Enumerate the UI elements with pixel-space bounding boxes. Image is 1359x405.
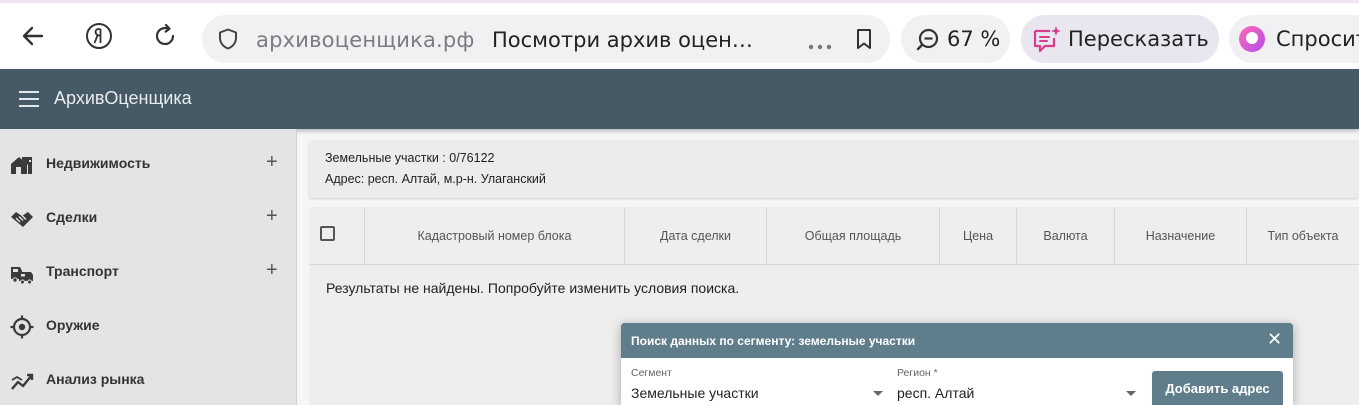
empty-results-message: Результаты не найдены. Попробуйте измени… [326, 280, 740, 296]
expand-plus-icon[interactable]: + [266, 151, 278, 174]
column-header-object-type[interactable]: Тип объекта [1247, 207, 1359, 265]
reload-icon[interactable] [150, 21, 180, 51]
dialog-header: Поиск данных по сегменту: земельные учас… [621, 323, 1293, 358]
retell-sparkle-icon [1032, 25, 1062, 58]
target-icon [10, 315, 34, 339]
segment-field-label: Сегмент [631, 367, 672, 379]
sidebar-item-transport[interactable]: Транспорт + [0, 246, 297, 300]
segment-select[interactable]: Земельные участки [631, 385, 759, 401]
select-all-checkbox[interactable] [320, 226, 335, 241]
browser-toolbar: архивоценщика.рф Посмотри архив оцен… 67… [0, 0, 1359, 69]
segment-search-dialog: Поиск данных по сегменту: земельные учас… [621, 323, 1293, 405]
sidebar-item-label: Транспорт [46, 263, 119, 279]
address-bar[interactable]: архивоценщика.рф Посмотри архив оцен… [202, 15, 890, 63]
table-header: Кадастровый номер блока Дата сделки Обща… [309, 207, 1359, 265]
alice-icon [1238, 25, 1266, 58]
sidebar-item-deals[interactable]: Сделки + [0, 192, 297, 246]
sidebar-item-label: Оружие [46, 317, 100, 333]
sidebar-item-label: Сделки [46, 209, 98, 225]
zoom-out-icon[interactable] [915, 27, 941, 58]
menu-hamburger-icon[interactable] [19, 91, 39, 107]
close-icon[interactable]: ✕ [1267, 329, 1282, 350]
address-info: Адрес: респ. Алтай, м.р-н. Улаганский [325, 172, 546, 186]
zoom-pill[interactable]: 67 % [901, 15, 1010, 63]
back-arrow-icon[interactable] [18, 21, 48, 51]
ask-alice-button[interactable]: Спросит [1229, 15, 1359, 63]
retell-button[interactable]: Пересказать [1021, 15, 1219, 63]
address-domain[interactable]: архивоценщика.рф [256, 28, 475, 52]
screen: архивоценщика.рф Посмотри архив оцен… 67… [0, 0, 1359, 405]
column-header-deal-date[interactable]: Дата сделки [625, 207, 767, 265]
segment-count: Земельные участки : 0/76122 [325, 151, 495, 165]
select-all-cell [309, 207, 365, 265]
region-select[interactable]: респ. Алтай [897, 385, 974, 401]
sidebar: Недвижимость + Сделки + Транспорт + Оруж… [0, 129, 297, 405]
column-header-area[interactable]: Общая площадь [767, 207, 940, 265]
shield-icon[interactable] [216, 27, 240, 56]
sidebar-item-label: Анализ рынка [46, 371, 145, 387]
sidebar-item-weapons[interactable]: Оружие [0, 300, 297, 354]
expand-plus-icon[interactable]: + [266, 259, 278, 282]
column-header-currency[interactable]: Валюта [1017, 207, 1115, 265]
region-dropdown-arrow-icon[interactable] [1126, 391, 1136, 396]
add-address-button[interactable]: Добавить адрес [1152, 371, 1283, 405]
sidebar-item-realty[interactable]: Недвижимость + [0, 138, 297, 192]
more-dots-icon[interactable] [808, 37, 834, 55]
region-field-label: Регион * [897, 367, 938, 379]
ask-label: Спросит [1276, 27, 1359, 51]
car-icon [10, 261, 34, 285]
page-title[interactable]: Посмотри архив оцен… [492, 28, 753, 52]
handshake-icon [10, 207, 34, 231]
app-header: АрхивОценщика [0, 69, 1359, 129]
zoom-level: 67 % [947, 27, 1001, 51]
app-title[interactable]: АрхивОценщика [54, 88, 192, 109]
retell-label: Пересказать [1068, 27, 1209, 51]
column-header-cadastral[interactable]: Кадастровый номер блока [365, 207, 625, 265]
segment-info-panel: Земельные участки : 0/76122 Адрес: респ.… [309, 140, 1359, 198]
segment-dropdown-arrow-icon[interactable] [873, 391, 883, 396]
house-icon [10, 153, 34, 177]
dialog-title: Поиск данных по сегменту: земельные учас… [631, 334, 916, 348]
chart-icon [10, 369, 34, 393]
sidebar-item-market-analysis[interactable]: Анализ рынка [0, 354, 297, 405]
expand-plus-icon[interactable]: + [266, 205, 278, 228]
yandex-logo-icon[interactable] [84, 21, 114, 51]
bookmark-icon[interactable] [852, 27, 876, 56]
sidebar-item-label: Недвижимость [46, 155, 151, 171]
column-header-purpose[interactable]: Назначение [1115, 207, 1247, 265]
column-header-price[interactable]: Цена [940, 207, 1017, 265]
